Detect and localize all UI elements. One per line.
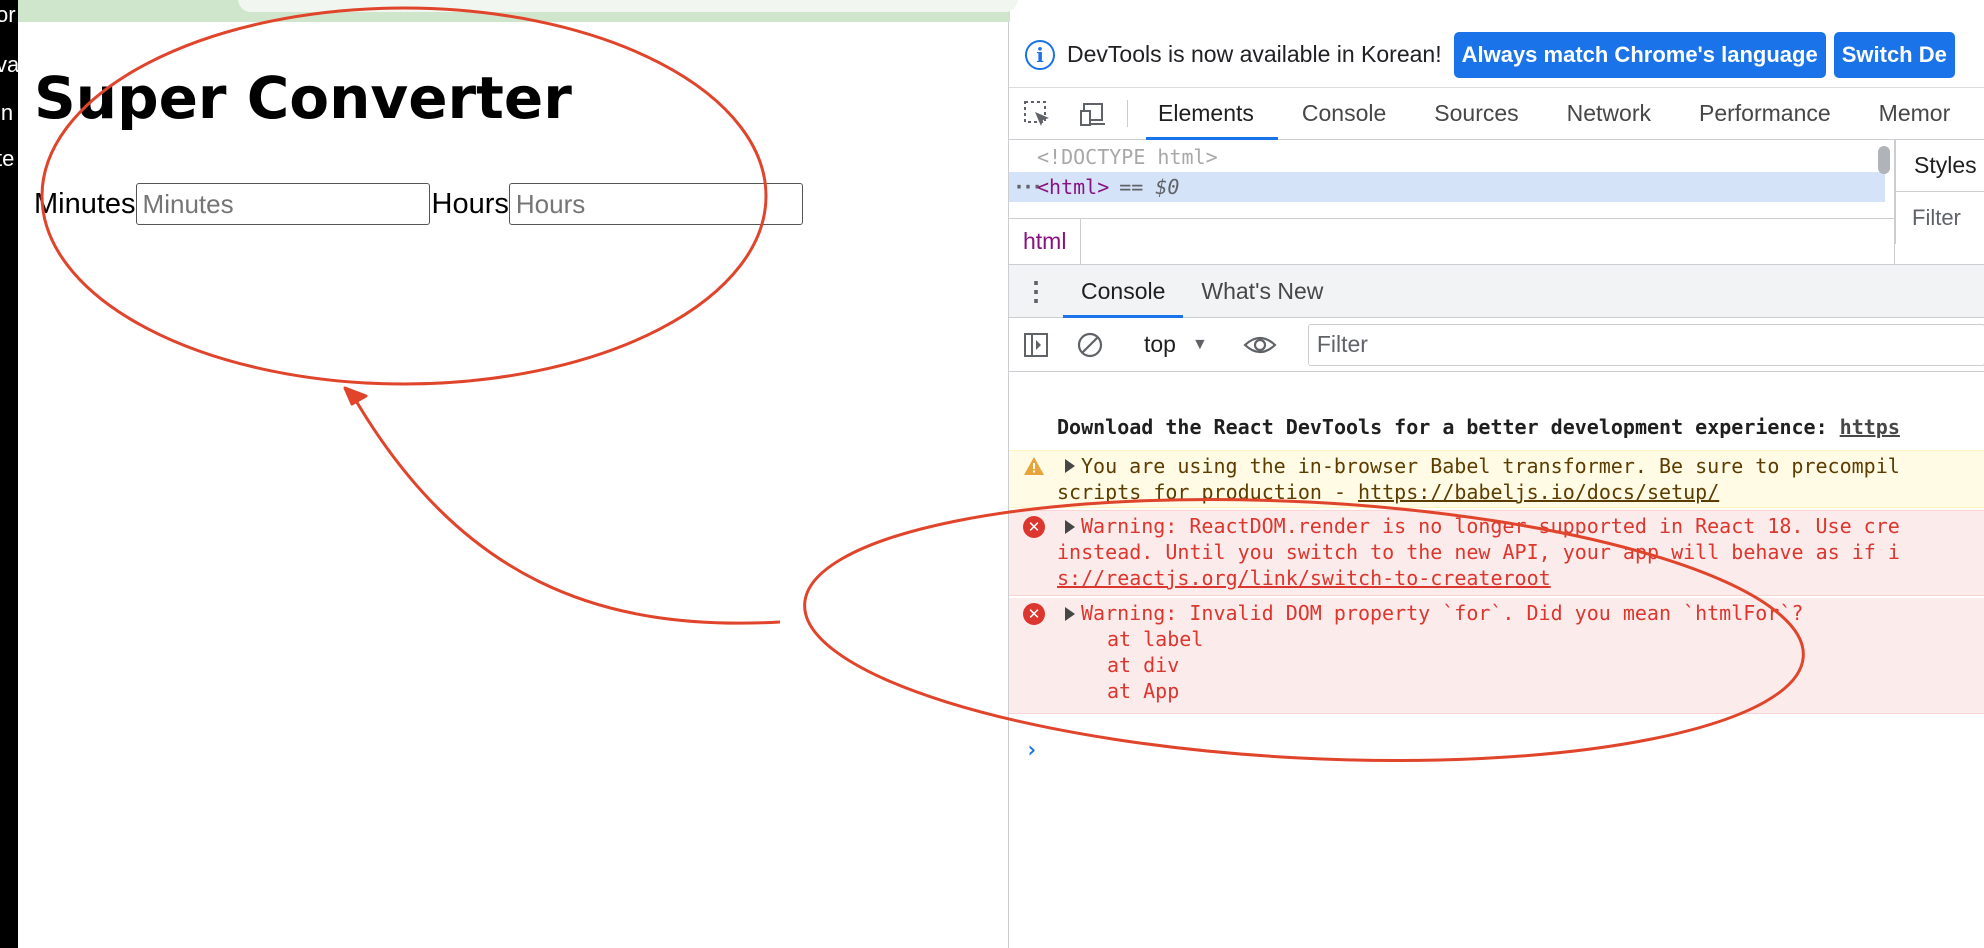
expand-triangle-icon[interactable] — [1065, 459, 1075, 473]
page-viewport: Super Converter Minutes Hours — [18, 22, 1008, 948]
expand-triangle-icon[interactable] — [1065, 520, 1075, 534]
cut-text-3: in — [0, 100, 14, 125]
breadcrumb: html — [1009, 218, 1895, 265]
doctype-text: <!DOCTYPE html> — [1037, 145, 1218, 169]
cut-text-1: or — [0, 2, 16, 27]
minutes-input[interactable] — [135, 183, 430, 225]
language-infobar: i DevTools is now available in Korean! A… — [1009, 22, 1984, 88]
warning-line-2: scripts for production - — [1057, 480, 1359, 504]
context-value: top — [1144, 331, 1176, 357]
console-log-message: Download the React DevTools for a better… — [1009, 414, 1984, 448]
elements-tree: <!DOCTYPE html> ··· <html> == $0 html — [1009, 140, 1895, 265]
clear-console-icon[interactable] — [1063, 331, 1117, 359]
elements-scrollbar[interactable] — [1878, 146, 1890, 174]
dropdown-caret-icon: ▼ — [1191, 335, 1208, 353]
context-selector[interactable]: top ▼ — [1144, 331, 1208, 358]
device-toolbar-icon[interactable] — [1065, 88, 1121, 139]
sidebar-toggle-icon[interactable] — [1009, 331, 1063, 359]
console-toolbar: top ▼ Filter — [1009, 318, 1984, 372]
doctype-node[interactable]: <!DOCTYPE html> — [1009, 142, 1885, 172]
error1-line-1: Warning: ReactDOM.render is no longer su… — [1081, 514, 1900, 538]
console-error-message: ✕ Warning: ReactDOM.render is no longer … — [1009, 510, 1984, 596]
tab-styles[interactable]: Styles — [1895, 140, 1984, 192]
devtools-tabbar: Elements Console Sources Network Perform… — [1009, 88, 1984, 140]
infobar-text: DevTools is now available in Korean! — [1067, 41, 1442, 67]
info-icon: i — [1025, 39, 1055, 70]
babel-docs-link[interactable]: https://babeljs.io/docs/setup/ — [1358, 480, 1719, 504]
more-dots-icon[interactable]: ··· — [1009, 175, 1043, 199]
address-bar[interactable] — [238, 0, 1018, 12]
warning-icon — [1024, 457, 1044, 475]
tab-sources[interactable]: Sources — [1410, 88, 1542, 139]
console-error-message: ✕ Warning: Invalid DOM property `for`. D… — [1009, 598, 1984, 714]
tab-performance[interactable]: Performance — [1675, 88, 1855, 139]
log-text: Download the React DevTools for a better… — [1057, 415, 1840, 439]
toolbar-divider — [1127, 100, 1128, 127]
drawer-tab-console[interactable]: Console — [1063, 265, 1184, 318]
console-prompt[interactable]: › — [1025, 738, 1038, 763]
eye-icon[interactable] — [1233, 331, 1287, 359]
minutes-label: Minutes — [34, 187, 136, 220]
error2-line-4: at App — [1107, 679, 1180, 703]
devtools-panel: i DevTools is now available in Korean! A… — [1008, 22, 1984, 948]
styles-filter-input[interactable]: Filter — [1895, 192, 1984, 244]
hours-input[interactable] — [508, 183, 803, 225]
html-tag: <html> — [1037, 175, 1110, 199]
tab-memory[interactable]: Memor — [1855, 88, 1975, 139]
always-match-language-button[interactable]: Always match Chrome's language — [1453, 31, 1826, 78]
error2-line-2: at label — [1107, 627, 1204, 651]
createroot-link[interactable]: s://reactjs.org/link/switch-to-createroo… — [1057, 565, 1551, 591]
inspect-element-icon[interactable] — [1009, 88, 1065, 139]
left-window-edge: or va in te — [0, 0, 18, 948]
switch-devtools-button[interactable]: Switch De — [1833, 31, 1955, 78]
error1-line-2: instead. Until you switch to the new API… — [1057, 540, 1900, 564]
drawer-tab-whats-new[interactable]: What's New — [1183, 265, 1341, 317]
warning-line-1: You are using the in-browser Babel trans… — [1081, 454, 1900, 478]
console-warning-message: You are using the in-browser Babel trans… — [1009, 450, 1984, 508]
expand-triangle-icon[interactable] — [1065, 607, 1075, 621]
page-title: Super Converter — [34, 64, 572, 132]
hours-label: Hours — [431, 187, 509, 220]
styles-pane: Styles Filter — [1895, 140, 1984, 264]
cut-text-2: va — [0, 52, 18, 77]
html-node[interactable]: ··· <html> == $0 — [1009, 172, 1885, 202]
browser-top-bar — [18, 0, 1018, 22]
error-icon: ✕ — [1023, 603, 1045, 625]
log-link[interactable]: https — [1840, 415, 1900, 439]
tab-elements[interactable]: Elements — [1134, 88, 1278, 140]
cut-text-4: te — [0, 146, 15, 171]
converter-row: Minutes Hours — [34, 182, 803, 226]
console-filter-input[interactable]: Filter — [1307, 323, 1984, 366]
tab-network[interactable]: Network — [1543, 88, 1675, 139]
error2-line-3: at div — [1107, 653, 1180, 677]
error2-line-1: Warning: Invalid DOM property `for`. Did… — [1081, 601, 1804, 625]
drawer-menu-icon[interactable]: ⋮ — [1009, 265, 1063, 317]
breadcrumb-html[interactable]: html — [1023, 218, 1082, 265]
error-icon: ✕ — [1023, 516, 1045, 538]
drawer-tabbar: ⋮ Console What's New — [1009, 264, 1984, 318]
selected-marker: == $0 — [1119, 175, 1180, 199]
tab-console[interactable]: Console — [1278, 88, 1410, 139]
